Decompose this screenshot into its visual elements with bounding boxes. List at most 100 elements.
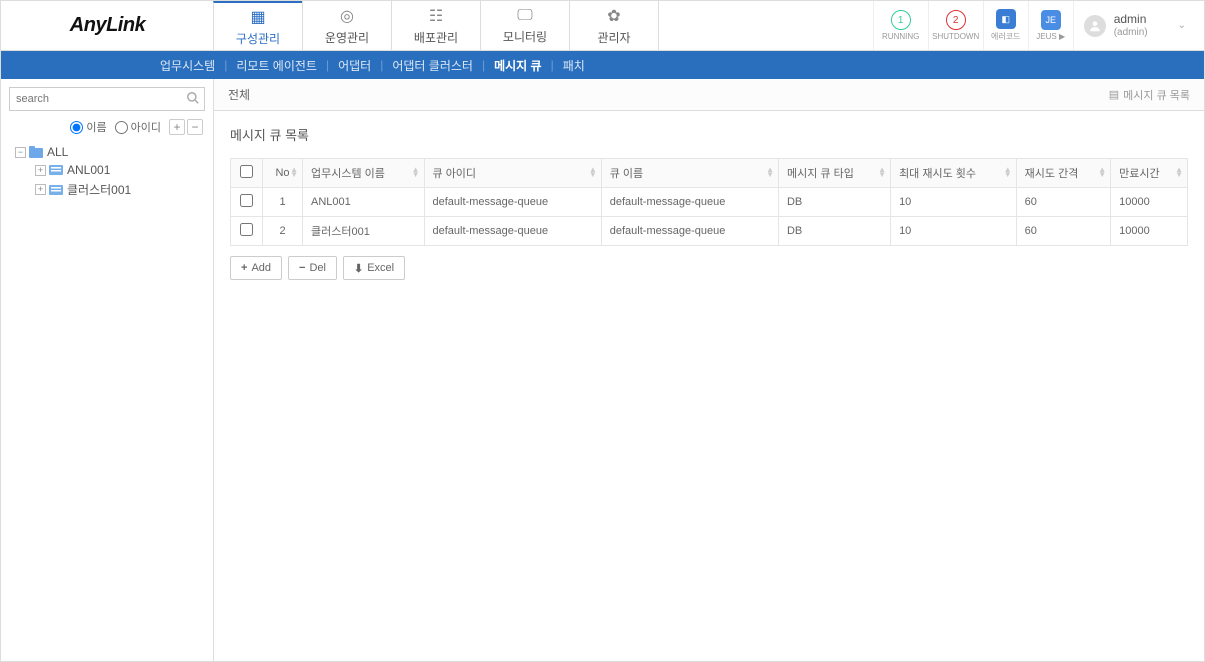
status-label: JEUS ▶	[1036, 32, 1065, 41]
tree-child[interactable]: + 클러스터001	[9, 179, 205, 200]
tree-label: ALL	[47, 145, 68, 159]
subnav-adapter-cluster[interactable]: 어댑터 클러스터	[383, 57, 482, 74]
list-icon: ▤	[1109, 88, 1119, 101]
header-queue-name[interactable]: 큐 이름▲▼	[601, 159, 778, 188]
header-expire[interactable]: 만료시간▲▼	[1111, 159, 1188, 188]
shutdown-count-icon: 2	[946, 10, 966, 30]
header-queue-type[interactable]: 메시지 큐 타입▲▼	[778, 159, 890, 188]
add-button[interactable]: +Add	[230, 256, 282, 280]
cell-max-retry: 10	[891, 217, 1017, 246]
cell-queue-name: default-message-queue	[601, 188, 778, 217]
collapse-button[interactable]: −	[187, 119, 203, 135]
status-shutdown[interactable]: 2 SHUTDOWN	[928, 1, 983, 50]
table-row[interactable]: 1 ANL001 default-message-queue default-m…	[231, 188, 1188, 217]
radio-id-input[interactable]	[115, 121, 128, 134]
folder-icon	[29, 146, 43, 158]
cell-no: 1	[263, 188, 303, 217]
status-errorcode[interactable]: ◧ 에러코드	[983, 1, 1028, 50]
jeus-icon: JE	[1041, 10, 1061, 30]
main-tab-monitor[interactable]: 🖵 모니터링	[480, 1, 570, 50]
target-icon: ◎	[340, 6, 354, 26]
header-retry-interval[interactable]: 재시도 간격▲▼	[1016, 159, 1110, 188]
tree-label: ANL001	[67, 163, 110, 177]
sort-icon: ▲▼	[878, 168, 886, 178]
radio-name-input[interactable]	[70, 121, 83, 134]
header-system-name[interactable]: 업무시스템 이름▲▼	[303, 159, 425, 188]
search-icon[interactable]	[186, 91, 200, 108]
minus-icon: −	[299, 262, 305, 274]
breadcrumb-left: 전체	[228, 86, 250, 103]
main-tab-label: 관리자	[597, 29, 630, 46]
expand-button[interactable]: +	[169, 119, 185, 135]
tree-label: 클러스터001	[67, 181, 131, 198]
subnav-remote-agent[interactable]: 리모트 에이전트	[227, 57, 326, 74]
del-button[interactable]: −Del	[288, 256, 337, 280]
cell-no: 2	[263, 217, 303, 246]
header-max-retry[interactable]: 최대 재시도 횟수▲▼	[891, 159, 1017, 188]
subnav: 업무시스템 | 리모트 에이전트 | 어댑터 | 어댑터 클러스터 | 메시지 …	[1, 51, 1204, 79]
page-title: 메시지 큐 목록	[230, 125, 1188, 144]
chevron-down-icon: ⌄	[1178, 20, 1186, 31]
subnav-message-queue[interactable]: 메시지 큐	[485, 57, 551, 74]
breadcrumb-right: 메시지 큐 목록	[1123, 87, 1190, 103]
header-queue-id[interactable]: 큐 아이디▲▼	[424, 159, 601, 188]
search-input[interactable]	[9, 87, 205, 111]
cell-queue-type: DB	[778, 217, 890, 246]
radio-id[interactable]: 아이디	[115, 119, 161, 135]
main-tab-config[interactable]: ▦ 구성관리	[213, 1, 303, 50]
cell-max-retry: 10	[891, 188, 1017, 217]
tree-root[interactable]: − ALL	[9, 143, 205, 161]
status-jeus[interactable]: JE JEUS ▶	[1028, 1, 1073, 50]
main-tab-deploy[interactable]: ☷ 배포관리	[391, 1, 481, 50]
sort-icon: ▲▼	[1098, 168, 1106, 178]
radio-label: 이름	[86, 119, 106, 135]
main-tab-label: 배포관리	[414, 29, 458, 46]
queue-icon	[49, 164, 63, 176]
status-running[interactable]: 1 RUNNING	[873, 1, 928, 50]
tree-toggle-icon[interactable]: +	[35, 184, 46, 195]
main-tabs: ▦ 구성관리 ◎ 운영관리 ☷ 배포관리 🖵 모니터링 ✿ 관리자	[214, 1, 659, 50]
cell-expire: 10000	[1111, 188, 1188, 217]
cell-retry-interval: 60	[1016, 217, 1110, 246]
sort-icon: ▲▼	[1175, 168, 1183, 178]
tree-child[interactable]: + ANL001	[9, 161, 205, 179]
status-label: 에러코드	[991, 31, 1020, 42]
queue-icon	[49, 184, 63, 196]
main-tab-admin[interactable]: ✿ 관리자	[569, 1, 659, 50]
user-menu[interactable]: admin (admin) ⌄	[1073, 1, 1204, 50]
download-icon: ⬇	[354, 262, 363, 275]
grid-icon: ▦	[250, 7, 265, 27]
excel-button[interactable]: ⬇Excel	[343, 256, 405, 280]
plus-icon: +	[241, 262, 247, 274]
header-no[interactable]: No▲▼	[263, 159, 303, 188]
table-row[interactable]: 2 클러스터001 default-message-queue default-…	[231, 217, 1188, 246]
cell-queue-id: default-message-queue	[424, 217, 601, 246]
user-sub: (admin)	[1114, 27, 1148, 39]
tree-toggle-icon[interactable]: +	[35, 165, 46, 176]
main-tab-label: 구성관리	[236, 30, 280, 47]
tree-toggle-icon[interactable]: −	[15, 147, 26, 158]
cell-system-name: 클러스터001	[303, 217, 425, 246]
running-count-icon: 1	[891, 10, 911, 30]
row-checkbox[interactable]	[240, 223, 253, 236]
select-all-checkbox[interactable]	[240, 165, 253, 178]
main-tab-ops[interactable]: ◎ 운영관리	[302, 1, 392, 50]
errorcode-icon: ◧	[996, 9, 1016, 29]
cell-queue-name: default-message-queue	[601, 217, 778, 246]
subnav-patch[interactable]: 패치	[554, 57, 594, 74]
cell-queue-type: DB	[778, 188, 890, 217]
radio-name[interactable]: 이름	[70, 119, 106, 135]
gear-icon: ✿	[607, 6, 620, 26]
sort-icon: ▲▼	[1004, 168, 1012, 178]
header-checkbox[interactable]	[231, 159, 263, 188]
avatar-icon	[1084, 15, 1106, 37]
message-queue-table: No▲▼ 업무시스템 이름▲▼ 큐 아이디▲▼ 큐 이름▲▼ 메시지 큐 타입▲…	[230, 158, 1188, 246]
subnav-adapter[interactable]: 어댑터	[329, 57, 380, 74]
cell-retry-interval: 60	[1016, 188, 1110, 217]
sort-icon: ▲▼	[766, 168, 774, 178]
row-checkbox[interactable]	[240, 194, 253, 207]
cell-expire: 10000	[1111, 217, 1188, 246]
subnav-biz-system[interactable]: 업무시스템	[151, 57, 224, 74]
sort-icon: ▲▼	[290, 168, 298, 178]
main-tab-label: 모니터링	[503, 28, 547, 45]
